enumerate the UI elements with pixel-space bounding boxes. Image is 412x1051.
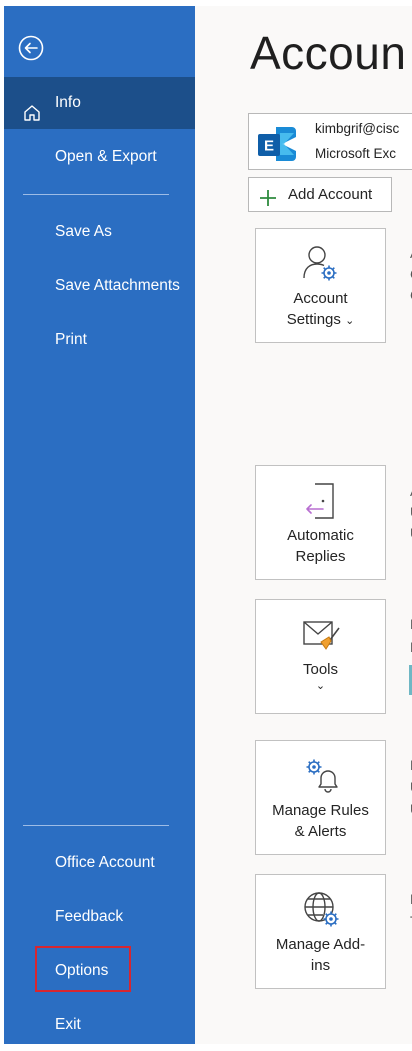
sidebar-item-save-attachments[interactable]: Save Attachments [4,260,195,312]
sidebar-item-print[interactable]: Print [4,314,195,366]
sidebar-item-label: Open & Export [55,148,157,165]
sidebar-divider [23,194,169,195]
tile-label-line2: Settings [286,311,341,328]
sidebar-item-label: Office Account [55,854,155,871]
backstage-sidebar: Info Open & Export Save As Save Attachme… [4,6,195,1044]
sidebar-item-info[interactable]: Info [4,77,195,129]
back-arrow-icon[interactable] [17,34,45,62]
sidebar-item-label: Options [55,962,109,979]
account-settings-button[interactable]: Account Settings ⌄ [255,228,386,343]
tile-label-line2: ins [310,957,331,974]
chevron-down-icon: ⌄ [315,680,326,692]
tile-label-line2: Replies [295,548,346,565]
sidebar-item-label: Print [55,331,87,348]
tile-label-line2: & Alerts [294,823,347,840]
manage-addins-icon [303,892,338,927]
sidebar-item-open-export[interactable]: Open & Export [4,131,195,183]
chevron-down-icon: ⌄ [345,315,355,327]
tile-label-line1: Automatic [287,527,354,544]
sidebar-item-exit[interactable]: Exit [4,999,195,1051]
account-email: kimbgrif@cisc [315,121,400,136]
account-settings-icon [302,246,336,281]
manage-rules-icon [306,759,338,793]
add-account-button[interactable]: Add Account [248,177,392,212]
tools-icon [302,621,340,650]
account-info-panel: Accoun E kimbgrif@cisc Microsoft Exc Add… [195,6,412,1044]
sidebar-item-save-as[interactable]: Save As [4,206,195,258]
sidebar-item-label: Feedback [55,908,124,925]
manage-addins-button[interactable]: Manage Add- ins [255,874,386,989]
sidebar-item-label: Exit [55,1016,81,1033]
add-account-label: Add Account [288,186,373,203]
manage-rules-alerts-button[interactable]: Manage Rules & Alerts [255,740,386,855]
plus-icon [259,186,277,219]
sidebar-item-label: Save As [55,223,112,240]
tile-label-line1: Tools [302,661,339,678]
sidebar-item-label: Info [55,94,81,111]
sidebar-item-options[interactable]: Options [4,945,195,997]
tile-label-line1: Manage Rules [272,802,369,819]
page-title: Accoun [250,27,407,79]
tile-label-line1: Manage Add- [275,936,366,953]
svg-text:E: E [264,138,274,155]
exchange-logo-icon: E [256,125,298,168]
sidebar-item-office-account[interactable]: Office Account [4,837,195,889]
tile-label-line1: Account [293,290,348,307]
sidebar-divider [23,825,169,826]
sidebar-item-feedback[interactable]: Feedback [4,891,195,943]
sidebar-item-label: Save Attachments [55,277,180,294]
account-selector[interactable]: E kimbgrif@cisc Microsoft Exc [248,113,412,170]
account-type: Microsoft Exc [315,146,397,161]
tools-button[interactable]: Tools ⌄ [255,599,386,714]
automatic-replies-icon [305,483,334,519]
automatic-replies-button[interactable]: Automatic Replies [255,465,386,580]
